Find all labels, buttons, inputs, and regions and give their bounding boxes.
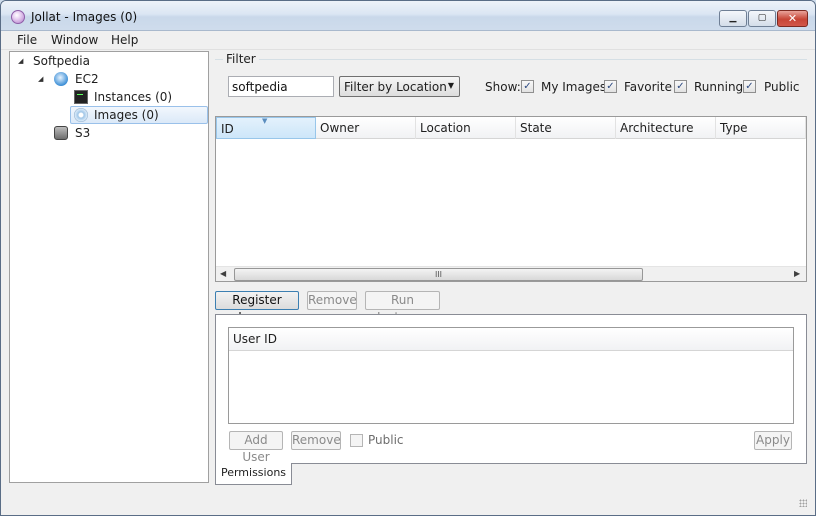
my-images-label: My Images xyxy=(541,80,607,94)
images-table: ▼ ID Owner Location State Architecture T… xyxy=(215,116,807,282)
checkmark-icon: ✓ xyxy=(523,81,532,92)
navigation-tree: ◢ Softpedia ◢ EC2 Instances (0) Images (… xyxy=(9,51,209,483)
minimize-button[interactable]: ▁ xyxy=(719,10,747,27)
checkmark-icon: ✓ xyxy=(606,81,615,92)
run-instance-button[interactable]: Run Instance xyxy=(365,291,440,324)
app-window: Jollat - Images (0) ▁ ▢ ✕ File Window He… xyxy=(0,0,816,516)
horizontal-scrollbar[interactable]: ◀ III ▶ xyxy=(216,266,806,281)
remove-user-button[interactable]: Remove xyxy=(291,431,341,450)
disc-icon xyxy=(74,108,88,122)
add-user-button[interactable]: Add User xyxy=(229,431,283,464)
status-bar xyxy=(1,487,815,515)
menu-window[interactable]: Window xyxy=(51,33,98,47)
window-title: Jollat - Images (0) xyxy=(31,10,138,24)
tree-node-instances[interactable]: Instances (0) xyxy=(10,88,208,106)
filter-legend: Filter xyxy=(223,52,259,66)
expand-arrow-icon[interactable]: ◢ xyxy=(18,57,26,65)
column-header-type[interactable]: Type xyxy=(716,117,806,139)
favorite-checkbox[interactable]: ✓ xyxy=(604,80,617,93)
register-image-button[interactable]: Register Image xyxy=(215,291,299,324)
minimize-icon: ▁ xyxy=(729,13,737,23)
tab-permissions[interactable]: Permissions xyxy=(215,463,292,485)
column-header-id[interactable]: ▼ ID xyxy=(216,117,316,139)
scroll-right-icon[interactable]: ▶ xyxy=(794,269,800,278)
menu-bar: File Window Help xyxy=(1,31,815,50)
column-label: ID xyxy=(221,122,234,136)
app-icon xyxy=(11,10,25,24)
expand-arrow-icon[interactable]: ◢ xyxy=(38,75,46,83)
user-permissions-table: User ID xyxy=(228,327,794,424)
checkmark-icon: ✓ xyxy=(676,81,685,92)
tree-label-images: Images (0) xyxy=(94,108,159,122)
permission-public-checkbox[interactable] xyxy=(350,434,363,447)
apply-button[interactable]: Apply xyxy=(754,431,792,450)
filter-location-dropdown[interactable]: Filter by Location ▼ xyxy=(339,76,460,97)
tree-node-s3[interactable]: S3 xyxy=(10,124,208,142)
tree-label-s3: S3 xyxy=(75,126,91,140)
tree-node-ec2[interactable]: ◢ EC2 xyxy=(10,70,208,88)
maximize-icon: ▢ xyxy=(757,13,767,23)
dropdown-selected-value: Filter by Location xyxy=(344,80,447,94)
menu-help[interactable]: Help xyxy=(111,33,138,47)
column-header-state[interactable]: State xyxy=(516,117,616,139)
tree-node-images[interactable]: Images (0) xyxy=(70,106,208,124)
table-header: ▼ ID Owner Location State Architecture T… xyxy=(216,117,806,139)
group-divider xyxy=(215,59,807,60)
column-header-owner[interactable]: Owner xyxy=(316,117,416,139)
close-button[interactable]: ✕ xyxy=(777,10,808,27)
tree-label-softpedia: Softpedia xyxy=(33,54,90,68)
show-label: Show: xyxy=(485,80,521,94)
resize-grip-icon[interactable] xyxy=(799,499,807,507)
hard-drive-icon xyxy=(54,126,68,140)
public-label: Public xyxy=(764,80,800,94)
tree-label-ec2: EC2 xyxy=(75,72,99,86)
favorite-label: Favorite xyxy=(624,80,672,94)
title-bar[interactable]: Jollat - Images (0) ▁ ▢ ✕ xyxy=(1,1,815,31)
menu-file[interactable]: File xyxy=(17,33,37,47)
public-checkbox[interactable]: ✓ xyxy=(743,80,756,93)
filter-group: Filter Filter by Location ▼ Show: ✓ My I… xyxy=(215,51,807,103)
content-panel: Filter Filter by Location ▼ Show: ✓ My I… xyxy=(213,51,809,485)
permission-public-label: Public xyxy=(368,433,404,447)
column-header-user-id[interactable]: User ID xyxy=(229,328,793,351)
permissions-panel: User ID Add User Remove Public Apply xyxy=(215,314,807,464)
cloud-icon xyxy=(54,72,68,86)
column-header-architecture[interactable]: Architecture xyxy=(616,117,716,139)
scroll-left-icon[interactable]: ◀ xyxy=(220,269,226,278)
my-images-checkbox[interactable]: ✓ xyxy=(521,80,534,93)
terminal-icon xyxy=(74,90,88,104)
maximize-button[interactable]: ▢ xyxy=(748,10,776,27)
column-header-location[interactable]: Location xyxy=(416,117,516,139)
tree-node-softpedia[interactable]: ◢ Softpedia xyxy=(10,52,208,70)
scroll-thumb[interactable]: III xyxy=(234,268,643,281)
close-icon: ✕ xyxy=(787,12,798,25)
tree-label-instances: Instances (0) xyxy=(94,90,173,104)
remove-image-button[interactable]: Remove xyxy=(307,291,357,310)
chevron-down-icon: ▼ xyxy=(447,81,454,90)
checkmark-icon: ✓ xyxy=(745,81,754,92)
sort-indicator-icon: ▼ xyxy=(262,117,268,125)
running-checkbox[interactable]: ✓ xyxy=(674,80,687,93)
filter-search-input[interactable] xyxy=(228,76,334,97)
running-label: Running xyxy=(694,80,744,94)
